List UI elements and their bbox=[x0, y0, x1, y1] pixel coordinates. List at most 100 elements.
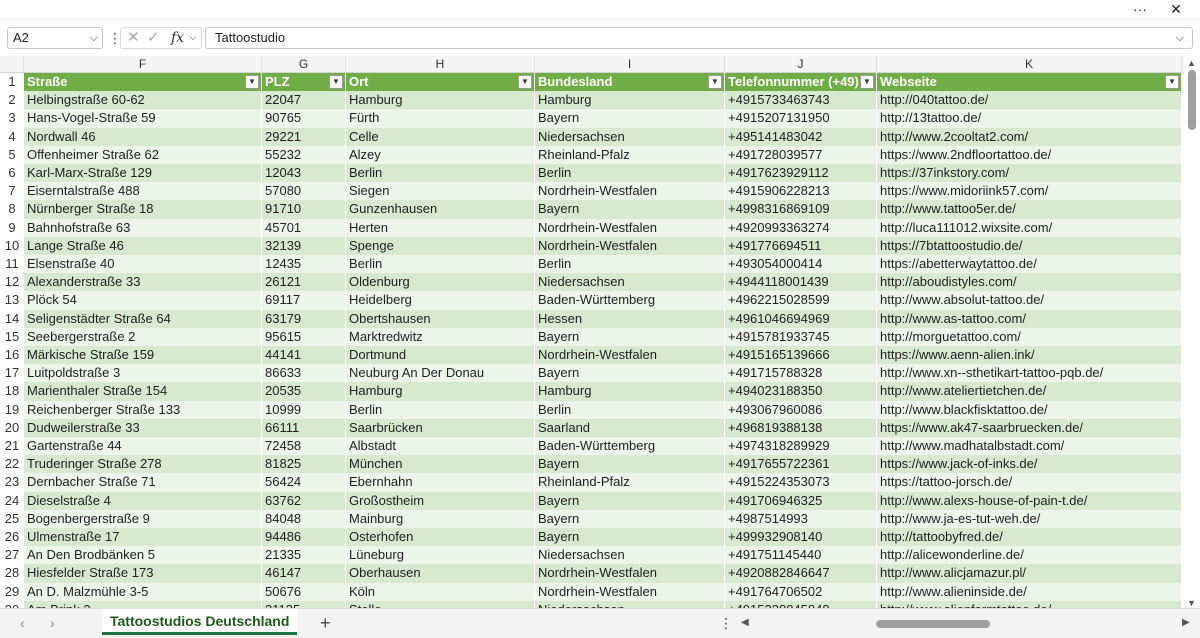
cell-plz[interactable]: 46147 bbox=[262, 564, 346, 583]
cell-webseite[interactable]: http://www.xn--sthetikart-tattoo-pqb.de/ bbox=[877, 364, 1182, 383]
cell-webseite[interactable]: http://www.alieninside.de/ bbox=[877, 582, 1182, 601]
cell-telefonnummer[interactable]: +494023188350 bbox=[725, 382, 877, 401]
cell-strasse[interactable]: Dernbacher Straße 71 bbox=[24, 473, 262, 492]
cell-plz[interactable]: 90765 bbox=[262, 109, 346, 128]
cell-ort[interactable]: Herten bbox=[346, 218, 535, 237]
cell-webseite[interactable]: https://abetterwaytattoo.de/ bbox=[877, 255, 1182, 274]
column-header-g[interactable]: G bbox=[262, 56, 346, 73]
cell-ort[interactable]: Saarbrücken bbox=[346, 418, 535, 437]
column-header-i[interactable]: I bbox=[535, 56, 725, 73]
cell-strasse[interactable]: Reichenberger Straße 133 bbox=[24, 400, 262, 419]
cell-plz[interactable]: 32139 bbox=[262, 236, 346, 255]
cell-bundesland[interactable]: Bayern bbox=[535, 455, 725, 474]
cell-telefonnummer[interactable]: +4987514993 bbox=[725, 509, 877, 528]
cell-bundesland[interactable]: Berlin bbox=[535, 164, 725, 183]
cell-strasse[interactable]: Hans-Vogel-Straße 59 bbox=[24, 109, 262, 128]
cell-ort[interactable]: Alzey bbox=[346, 145, 535, 164]
chevron-down-icon[interactable]: ⌵ bbox=[189, 29, 197, 47]
cell-ort[interactable]: Lüneburg bbox=[346, 546, 535, 565]
cell-telefonnummer[interactable]: +496819388138 bbox=[725, 418, 877, 437]
close-icon[interactable]: ✕ bbox=[1163, 0, 1189, 20]
row-number[interactable]: 28 bbox=[0, 564, 24, 583]
cell-ort[interactable]: Obertshausen bbox=[346, 309, 535, 328]
row-number[interactable]: 6 bbox=[0, 164, 24, 182]
column-header-k[interactable]: K bbox=[877, 56, 1182, 73]
cell-bundesland[interactable]: Bayern bbox=[535, 528, 725, 547]
cell-strasse[interactable]: Bogenbergerstraße 9 bbox=[24, 509, 262, 528]
row-number[interactable]: 8 bbox=[0, 200, 24, 219]
row-number[interactable]: 3 bbox=[0, 109, 24, 128]
cell-plz[interactable]: 72458 bbox=[262, 437, 346, 456]
horizontal-scroll-thumb[interactable] bbox=[876, 620, 990, 628]
cell-plz[interactable]: 29221 bbox=[262, 127, 346, 146]
cell-telefonnummer[interactable]: +4915781933745 bbox=[725, 327, 877, 346]
cell-telefonnummer[interactable]: +4915224353073 bbox=[725, 473, 877, 492]
cell-bundesland[interactable]: Berlin bbox=[535, 255, 725, 274]
cell-bundesland[interactable]: Nordrhein-Westfalen bbox=[535, 582, 725, 601]
cell-telefonnummer[interactable]: +4920993363274 bbox=[725, 218, 877, 237]
cell-ort[interactable]: Marktredwitz bbox=[346, 327, 535, 346]
vertical-scrollbar[interactable]: ▲ ▼ bbox=[1184, 56, 1200, 608]
row-number[interactable]: 14 bbox=[0, 309, 24, 328]
cell-ort[interactable]: Berlin bbox=[346, 400, 535, 419]
cell-ort[interactable]: Ebernhahn bbox=[346, 473, 535, 492]
cell-strasse[interactable]: Seligenstädter Straße 64 bbox=[24, 309, 262, 328]
cell-bundesland[interactable]: Berlin bbox=[535, 400, 725, 419]
column-header-j[interactable]: J bbox=[725, 56, 877, 73]
row-number[interactable]: 30 bbox=[0, 600, 24, 608]
cancel-icon[interactable]: ✕ bbox=[127, 29, 140, 47]
row-number[interactable]: 12 bbox=[0, 273, 24, 292]
cell-webseite[interactable]: http://morguetattoo.com/ bbox=[877, 327, 1182, 346]
filter-dropdown-icon[interactable]: ▼ bbox=[1165, 75, 1179, 89]
cell-plz[interactable]: 81825 bbox=[262, 455, 346, 474]
cell-plz[interactable]: 63762 bbox=[262, 491, 346, 510]
cell-plz[interactable]: 21335 bbox=[262, 546, 346, 565]
cell-webseite[interactable]: http://040tattoo.de/ bbox=[877, 91, 1182, 110]
cell-plz[interactable]: 12043 bbox=[262, 164, 346, 183]
insert-function-icon[interactable]: fx bbox=[171, 29, 184, 47]
row-number[interactable]: 29 bbox=[0, 582, 24, 601]
row-number[interactable]: 5 bbox=[0, 145, 24, 164]
cell-strasse[interactable]: Am Brink 2 bbox=[24, 600, 262, 608]
cell-webseite[interactable]: http://www.alicjamazur.pl/ bbox=[877, 564, 1182, 583]
row-number[interactable]: 18 bbox=[0, 382, 24, 401]
cell-strasse[interactable]: Plöck 54 bbox=[24, 291, 262, 310]
cell-ort[interactable]: Heidelberg bbox=[346, 291, 535, 310]
cell-ort[interactable]: Stelle bbox=[346, 600, 535, 608]
cell-ort[interactable]: Hamburg bbox=[346, 382, 535, 401]
row-number[interactable]: 13 bbox=[0, 291, 24, 310]
cell-ort[interactable]: Spenge bbox=[346, 236, 535, 255]
row-number[interactable]: 20 bbox=[0, 418, 24, 437]
cell-telefonnummer[interactable]: +493054000414 bbox=[725, 255, 877, 274]
cell-webseite[interactable]: http://13tattoo.de/ bbox=[877, 109, 1182, 128]
filter-dropdown-icon[interactable]: ▼ bbox=[708, 75, 722, 89]
cell-telefonnummer[interactable]: +491751145440 bbox=[725, 546, 877, 565]
cell-ort[interactable]: Siegen bbox=[346, 182, 535, 201]
row-number[interactable]: 16 bbox=[0, 346, 24, 364]
cell-ort[interactable]: Oldenburg bbox=[346, 273, 535, 292]
cell-strasse[interactable]: An D. Malzmühle 3-5 bbox=[24, 582, 262, 601]
row-number[interactable]: 1 bbox=[0, 73, 24, 91]
cell-bundesland[interactable]: Rheinland-Pfalz bbox=[535, 145, 725, 164]
row-number[interactable]: 21 bbox=[0, 437, 24, 455]
cell-bundesland[interactable]: Niedersachsen bbox=[535, 273, 725, 292]
row-number[interactable]: 22 bbox=[0, 455, 24, 474]
row-number[interactable]: 27 bbox=[0, 546, 24, 565]
cell-strasse[interactable]: Hiesfelder Straße 173 bbox=[24, 564, 262, 583]
row-number[interactable]: 4 bbox=[0, 127, 24, 146]
cell-strasse[interactable]: Eiserntalstraße 488 bbox=[24, 182, 262, 201]
select-all-corner[interactable] bbox=[0, 56, 24, 73]
cell-ort[interactable]: Albstadt bbox=[346, 437, 535, 456]
filter-dropdown-icon[interactable]: ▼ bbox=[860, 75, 874, 89]
formula-input[interactable]: Tattoostudio ⌵ bbox=[205, 27, 1193, 49]
cell-plz[interactable]: 22047 bbox=[262, 91, 346, 110]
row-number[interactable]: 15 bbox=[0, 327, 24, 346]
cell-strasse[interactable]: Helbingstraße 60-62 bbox=[24, 91, 262, 110]
cell-webseite[interactable]: http://www.2cooltat2.com/ bbox=[877, 127, 1182, 146]
cell-plz[interactable]: 26121 bbox=[262, 273, 346, 292]
filter-dropdown-icon[interactable]: ▼ bbox=[329, 75, 343, 89]
sheet-tab[interactable]: Tattoostudios Deutschland bbox=[102, 609, 298, 635]
cell-bundesland[interactable]: Saarland bbox=[535, 418, 725, 437]
cell-bundesland[interactable]: Hamburg bbox=[535, 91, 725, 110]
cell-strasse[interactable]: Alexanderstraße 33 bbox=[24, 273, 262, 292]
